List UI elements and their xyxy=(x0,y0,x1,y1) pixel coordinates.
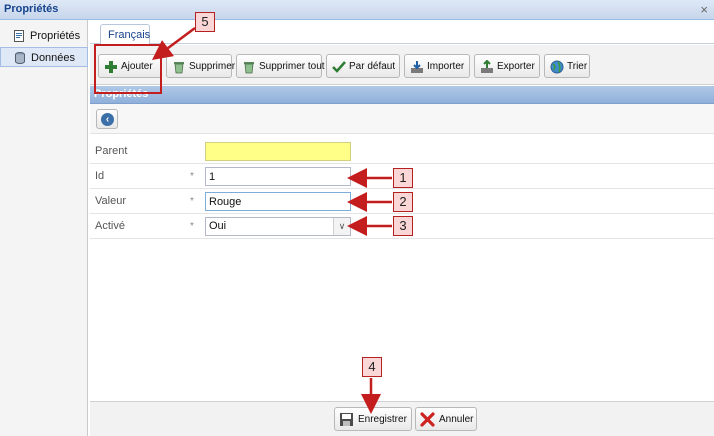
annotation-4: 4 xyxy=(362,357,382,377)
sort-button[interactable]: Trier xyxy=(544,54,590,78)
tab-label: Français xyxy=(108,29,151,41)
language-tabstrip: Français xyxy=(90,20,714,45)
nav-item-label: Données xyxy=(31,52,76,64)
export-button[interactable]: Exporter xyxy=(474,54,540,78)
annotation-1: 1 xyxy=(393,168,413,188)
cancel-button-label: Annuler xyxy=(439,414,474,425)
delete-all-button[interactable]: Supprimer tout xyxy=(236,54,325,78)
field-label: Id xyxy=(95,170,105,182)
active-select-value: Oui xyxy=(209,220,227,232)
id-field[interactable] xyxy=(205,167,351,186)
import-button-label: Importer xyxy=(427,61,465,72)
back-button[interactable]: ‹ xyxy=(96,109,118,129)
floppy-disk-icon xyxy=(340,413,353,426)
field-label: Parent xyxy=(95,145,128,157)
window-titlebar: Propriétés × xyxy=(0,0,714,20)
back-arrow-icon: ‹ xyxy=(101,113,114,126)
form-row-parent: Parent xyxy=(90,139,714,164)
document-icon xyxy=(14,30,24,42)
chevron-down-icon[interactable]: ∨ xyxy=(333,218,350,235)
delete-button[interactable]: Supprimer xyxy=(166,54,236,78)
required-marker: * xyxy=(190,171,194,182)
default-button-label: Par défaut xyxy=(349,61,396,72)
export-button-label: Exporter xyxy=(497,61,535,72)
save-button[interactable]: Enregistrer xyxy=(334,407,412,431)
field-label: Valeur xyxy=(95,195,126,207)
nav-item-proprietes[interactable]: Propriétés xyxy=(0,26,88,46)
toolbar: Ajouter Supprimer Supprimer tout Par déf… xyxy=(90,45,714,85)
tab-francais[interactable]: Français xyxy=(100,24,150,45)
annotation-2: 2 xyxy=(393,192,413,212)
save-button-label: Enregistrer xyxy=(358,414,407,425)
globe-icon xyxy=(550,60,564,74)
export-icon xyxy=(481,60,493,73)
valeur-field[interactable] xyxy=(205,192,351,211)
sort-button-label: Trier xyxy=(567,61,588,72)
footer-bar: Enregistrer Annuler xyxy=(90,401,714,436)
delete-all-button-label: Supprimer tout xyxy=(259,61,325,72)
close-icon[interactable]: × xyxy=(700,2,708,17)
trash-icon xyxy=(244,62,254,74)
annotation-5: 5 xyxy=(195,12,215,32)
import-button[interactable]: Importer xyxy=(404,54,470,78)
database-icon xyxy=(15,52,25,64)
required-marker: * xyxy=(190,221,194,232)
window-title: Propriétés xyxy=(4,3,59,15)
default-button[interactable]: Par défaut xyxy=(326,54,400,78)
red-x-icon xyxy=(420,412,435,427)
left-nav: Propriétés Données xyxy=(0,20,88,436)
cancel-button[interactable]: Annuler xyxy=(415,407,477,431)
add-button-highlight xyxy=(94,44,162,94)
sub-toolbar: ‹ xyxy=(90,104,714,134)
checkmark-icon xyxy=(332,61,346,73)
section-header: Propriétés xyxy=(90,86,714,104)
active-select[interactable]: Oui ∨ xyxy=(205,217,351,236)
nav-item-donnees[interactable]: Données xyxy=(0,47,88,67)
annotation-3: 3 xyxy=(393,216,413,236)
field-label: Activé xyxy=(95,220,125,232)
required-marker: * xyxy=(190,196,194,207)
delete-button-label: Supprimer xyxy=(189,61,236,72)
import-icon xyxy=(411,61,423,73)
parent-field[interactable] xyxy=(205,142,351,161)
trash-icon xyxy=(174,62,184,74)
nav-item-label: Propriétés xyxy=(30,30,81,42)
